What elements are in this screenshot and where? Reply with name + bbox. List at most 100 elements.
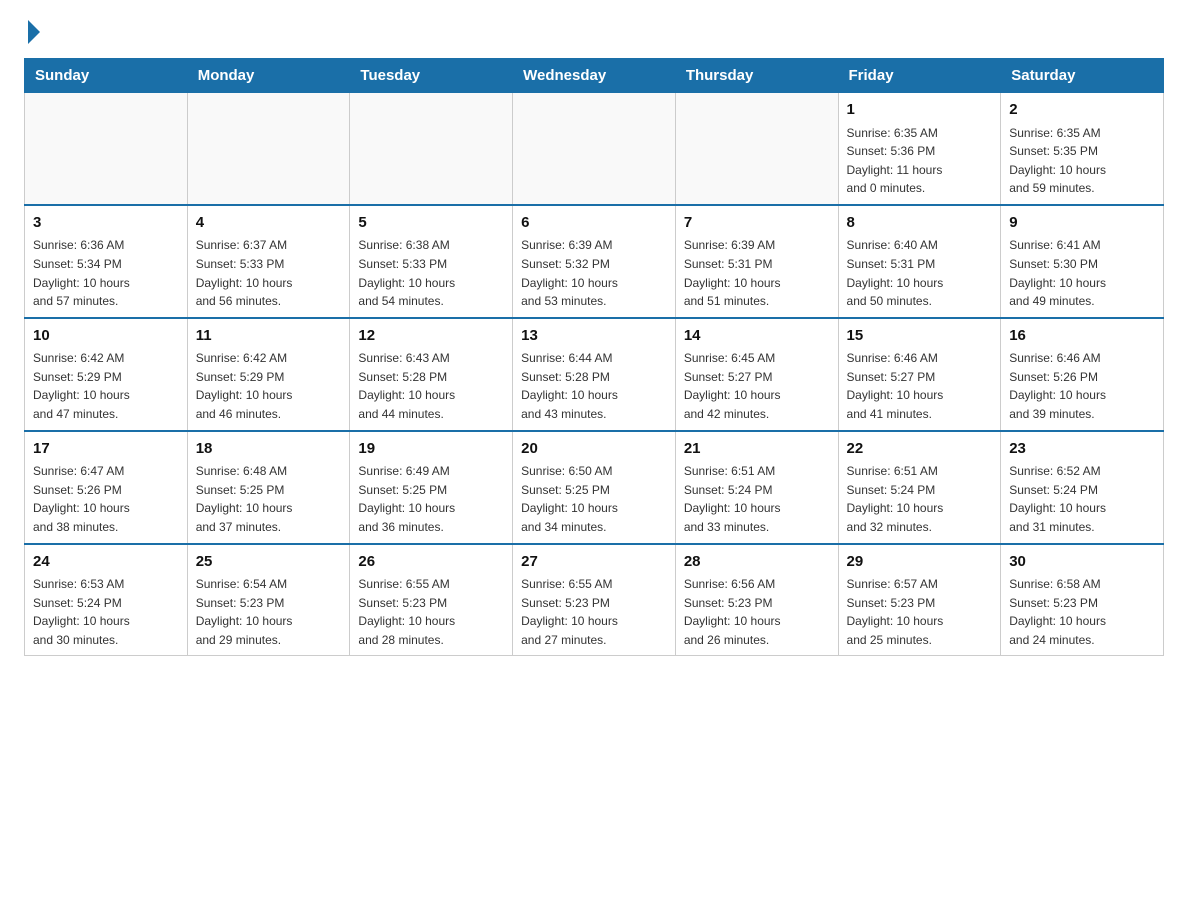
day-info: Sunrise: 6:37 AMSunset: 5:33 PMDaylight:…: [196, 236, 342, 310]
day-number: 25: [196, 551, 342, 574]
day-number: 21: [684, 438, 830, 461]
day-info: Sunrise: 6:55 AMSunset: 5:23 PMDaylight:…: [521, 575, 667, 649]
calendar-cell: 9Sunrise: 6:41 AMSunset: 5:30 PMDaylight…: [1001, 205, 1164, 318]
weekday-header-monday: Monday: [187, 59, 350, 93]
day-number: 3: [33, 212, 179, 235]
day-info: Sunrise: 6:56 AMSunset: 5:23 PMDaylight:…: [684, 575, 830, 649]
calendar-cell: 4Sunrise: 6:37 AMSunset: 5:33 PMDaylight…: [187, 205, 350, 318]
calendar-cell: 18Sunrise: 6:48 AMSunset: 5:25 PMDayligh…: [187, 431, 350, 544]
calendar-cell: 10Sunrise: 6:42 AMSunset: 5:29 PMDayligh…: [25, 318, 188, 431]
day-number: 26: [358, 551, 504, 574]
calendar-cell: 5Sunrise: 6:38 AMSunset: 5:33 PMDaylight…: [350, 205, 513, 318]
day-number: 13: [521, 325, 667, 348]
calendar-cell: 26Sunrise: 6:55 AMSunset: 5:23 PMDayligh…: [350, 544, 513, 656]
week-row-5: 24Sunrise: 6:53 AMSunset: 5:24 PMDayligh…: [25, 544, 1164, 656]
day-info: Sunrise: 6:40 AMSunset: 5:31 PMDaylight:…: [847, 236, 993, 310]
weekday-header-saturday: Saturday: [1001, 59, 1164, 93]
day-number: 4: [196, 212, 342, 235]
day-info: Sunrise: 6:50 AMSunset: 5:25 PMDaylight:…: [521, 462, 667, 536]
day-number: 24: [33, 551, 179, 574]
day-number: 19: [358, 438, 504, 461]
day-info: Sunrise: 6:35 AMSunset: 5:35 PMDaylight:…: [1009, 124, 1155, 198]
day-info: Sunrise: 6:51 AMSunset: 5:24 PMDaylight:…: [684, 462, 830, 536]
day-info: Sunrise: 6:38 AMSunset: 5:33 PMDaylight:…: [358, 236, 504, 310]
calendar-cell: 28Sunrise: 6:56 AMSunset: 5:23 PMDayligh…: [675, 544, 838, 656]
day-number: 27: [521, 551, 667, 574]
day-info: Sunrise: 6:36 AMSunset: 5:34 PMDaylight:…: [33, 236, 179, 310]
day-info: Sunrise: 6:46 AMSunset: 5:27 PMDaylight:…: [847, 349, 993, 423]
calendar-cell: 2Sunrise: 6:35 AMSunset: 5:35 PMDaylight…: [1001, 93, 1164, 205]
calendar-cell: 13Sunrise: 6:44 AMSunset: 5:28 PMDayligh…: [513, 318, 676, 431]
calendar-cell: 8Sunrise: 6:40 AMSunset: 5:31 PMDaylight…: [838, 205, 1001, 318]
calendar-cell: 7Sunrise: 6:39 AMSunset: 5:31 PMDaylight…: [675, 205, 838, 318]
day-number: 23: [1009, 438, 1155, 461]
week-row-2: 3Sunrise: 6:36 AMSunset: 5:34 PMDaylight…: [25, 205, 1164, 318]
calendar-cell: [350, 93, 513, 205]
week-row-4: 17Sunrise: 6:47 AMSunset: 5:26 PMDayligh…: [25, 431, 1164, 544]
day-info: Sunrise: 6:39 AMSunset: 5:32 PMDaylight:…: [521, 236, 667, 310]
calendar-cell: 20Sunrise: 6:50 AMSunset: 5:25 PMDayligh…: [513, 431, 676, 544]
day-number: 18: [196, 438, 342, 461]
day-number: 30: [1009, 551, 1155, 574]
calendar-cell: 12Sunrise: 6:43 AMSunset: 5:28 PMDayligh…: [350, 318, 513, 431]
weekday-header-tuesday: Tuesday: [350, 59, 513, 93]
day-number: 8: [847, 212, 993, 235]
calendar-cell: 22Sunrise: 6:51 AMSunset: 5:24 PMDayligh…: [838, 431, 1001, 544]
day-number: 7: [684, 212, 830, 235]
weekday-header-thursday: Thursday: [675, 59, 838, 93]
day-number: 5: [358, 212, 504, 235]
calendar-cell: 25Sunrise: 6:54 AMSunset: 5:23 PMDayligh…: [187, 544, 350, 656]
calendar-cell: 3Sunrise: 6:36 AMSunset: 5:34 PMDaylight…: [25, 205, 188, 318]
day-info: Sunrise: 6:41 AMSunset: 5:30 PMDaylight:…: [1009, 236, 1155, 310]
calendar-cell: 21Sunrise: 6:51 AMSunset: 5:24 PMDayligh…: [675, 431, 838, 544]
day-info: Sunrise: 6:39 AMSunset: 5:31 PMDaylight:…: [684, 236, 830, 310]
day-number: 22: [847, 438, 993, 461]
day-number: 28: [684, 551, 830, 574]
week-row-3: 10Sunrise: 6:42 AMSunset: 5:29 PMDayligh…: [25, 318, 1164, 431]
day-number: 16: [1009, 325, 1155, 348]
day-number: 14: [684, 325, 830, 348]
calendar-cell: 24Sunrise: 6:53 AMSunset: 5:24 PMDayligh…: [25, 544, 188, 656]
calendar-cell: 23Sunrise: 6:52 AMSunset: 5:24 PMDayligh…: [1001, 431, 1164, 544]
day-number: 17: [33, 438, 179, 461]
day-info: Sunrise: 6:58 AMSunset: 5:23 PMDaylight:…: [1009, 575, 1155, 649]
day-number: 9: [1009, 212, 1155, 235]
calendar-cell: 14Sunrise: 6:45 AMSunset: 5:27 PMDayligh…: [675, 318, 838, 431]
day-info: Sunrise: 6:49 AMSunset: 5:25 PMDaylight:…: [358, 462, 504, 536]
calendar-cell: 16Sunrise: 6:46 AMSunset: 5:26 PMDayligh…: [1001, 318, 1164, 431]
week-row-1: 1Sunrise: 6:35 AMSunset: 5:36 PMDaylight…: [25, 93, 1164, 205]
calendar-cell: 6Sunrise: 6:39 AMSunset: 5:32 PMDaylight…: [513, 205, 676, 318]
day-info: Sunrise: 6:48 AMSunset: 5:25 PMDaylight:…: [196, 462, 342, 536]
day-number: 1: [847, 99, 993, 122]
day-info: Sunrise: 6:57 AMSunset: 5:23 PMDaylight:…: [847, 575, 993, 649]
day-info: Sunrise: 6:42 AMSunset: 5:29 PMDaylight:…: [196, 349, 342, 423]
day-number: 10: [33, 325, 179, 348]
calendar-cell: 27Sunrise: 6:55 AMSunset: 5:23 PMDayligh…: [513, 544, 676, 656]
weekday-header-wednesday: Wednesday: [513, 59, 676, 93]
day-number: 15: [847, 325, 993, 348]
day-info: Sunrise: 6:52 AMSunset: 5:24 PMDaylight:…: [1009, 462, 1155, 536]
day-info: Sunrise: 6:55 AMSunset: 5:23 PMDaylight:…: [358, 575, 504, 649]
page-header: [24, 24, 1164, 38]
calendar-cell: [25, 93, 188, 205]
logo: [24, 24, 40, 38]
day-info: Sunrise: 6:42 AMSunset: 5:29 PMDaylight:…: [33, 349, 179, 423]
calendar-cell: [675, 93, 838, 205]
day-number: 6: [521, 212, 667, 235]
calendar-cell: 11Sunrise: 6:42 AMSunset: 5:29 PMDayligh…: [187, 318, 350, 431]
day-number: 29: [847, 551, 993, 574]
calendar-cell: 29Sunrise: 6:57 AMSunset: 5:23 PMDayligh…: [838, 544, 1001, 656]
day-info: Sunrise: 6:35 AMSunset: 5:36 PMDaylight:…: [847, 124, 993, 198]
day-info: Sunrise: 6:43 AMSunset: 5:28 PMDaylight:…: [358, 349, 504, 423]
calendar-cell: 19Sunrise: 6:49 AMSunset: 5:25 PMDayligh…: [350, 431, 513, 544]
calendar-cell: 1Sunrise: 6:35 AMSunset: 5:36 PMDaylight…: [838, 93, 1001, 205]
day-number: 11: [196, 325, 342, 348]
calendar-cell: 17Sunrise: 6:47 AMSunset: 5:26 PMDayligh…: [25, 431, 188, 544]
day-info: Sunrise: 6:53 AMSunset: 5:24 PMDaylight:…: [33, 575, 179, 649]
day-number: 2: [1009, 99, 1155, 122]
day-number: 20: [521, 438, 667, 461]
calendar-cell: [513, 93, 676, 205]
weekday-header-row: SundayMondayTuesdayWednesdayThursdayFrid…: [25, 59, 1164, 93]
logo-arrow-icon: [28, 20, 40, 44]
calendar-cell: 30Sunrise: 6:58 AMSunset: 5:23 PMDayligh…: [1001, 544, 1164, 656]
